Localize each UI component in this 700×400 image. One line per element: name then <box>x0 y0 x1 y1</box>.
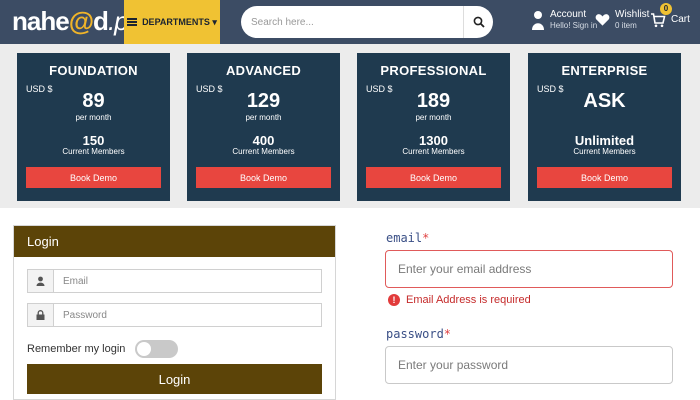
logo-text-pre: nahe <box>12 6 70 36</box>
cart-count-badge: 0 <box>660 3 672 15</box>
plan-members-label: Current Members <box>573 147 636 156</box>
account-subtitle: Hello! Sign in <box>550 21 598 30</box>
wishlist-title: Wishlist <box>615 9 650 20</box>
plan-price: 89 <box>82 90 105 112</box>
remember-login-label: Remember my login <box>27 343 126 355</box>
password-label: password* <box>386 327 451 341</box>
search-button[interactable] <box>463 6 493 38</box>
email-label: email* <box>386 231 429 245</box>
plan-members-count: 1300 <box>419 133 448 148</box>
login-email-field <box>27 269 322 293</box>
plan-members-label: Current Members <box>62 147 125 156</box>
plan-period: per month <box>75 113 112 122</box>
plan-members-count: 400 <box>252 133 275 148</box>
plan-price: 129 <box>246 90 281 112</box>
cart-link[interactable]: Cart <box>650 12 690 28</box>
plan-price: 189 <box>416 90 451 112</box>
password-input[interactable] <box>385 346 673 384</box>
top-navbar: nahe@d.pk DEPARTMENTS ▾ Account Hello! S… <box>0 0 700 44</box>
search-bar <box>241 6 493 38</box>
lock-icon <box>28 304 54 326</box>
email-error-text: Email Address is required <box>406 294 531 306</box>
heart-icon <box>595 14 610 26</box>
error-icon: ! <box>388 294 400 306</box>
plan-name: FOUNDATION <box>49 63 138 78</box>
login-panel: Login Remember my login Login <box>13 225 336 400</box>
site-logo[interactable]: nahe@d.pk <box>12 6 141 37</box>
email-input[interactable] <box>385 250 673 288</box>
plan-members-count: 150 <box>82 133 105 148</box>
remember-login-row: Remember my login <box>27 340 179 358</box>
plan-card-advanced: ADVANCED USD $ 129 per month 400 Current… <box>187 53 340 201</box>
login-password-input[interactable] <box>54 304 321 326</box>
account-title: Account <box>550 9 587 20</box>
login-button[interactable]: Login <box>27 364 322 394</box>
cart-label: Cart <box>671 14 690 25</box>
plan-card-professional: PROFESSIONAL USD $ 189 per month 1300 Cu… <box>357 53 510 201</box>
plan-members-label: Current Members <box>402 147 465 156</box>
account-link[interactable]: Account Hello! Sign in <box>531 9 597 31</box>
search-input[interactable] <box>241 6 463 38</box>
required-asterisk: * <box>422 231 430 245</box>
login-password-field <box>27 303 322 327</box>
remember-login-toggle[interactable] <box>135 340 179 358</box>
email-label-text: email <box>386 231 423 245</box>
plan-name: ADVANCED <box>225 63 302 78</box>
password-label-text: password <box>386 327 444 341</box>
plan-members-label: Current Members <box>232 147 295 156</box>
wishlist-subtitle: 0 item <box>615 21 637 30</box>
plan-card-enterprise: ENTERPRISE USD $ ASK Unlimited Current M… <box>528 53 681 201</box>
plan-period: per month <box>415 113 452 122</box>
book-demo-button[interactable]: Book Demo <box>196 167 331 188</box>
logo-text-mid: d <box>93 6 109 36</box>
login-panel-title: Login <box>14 226 335 257</box>
hamburger-icon <box>127 18 138 26</box>
departments-menu-button[interactable]: DEPARTMENTS ▾ <box>124 0 220 44</box>
plan-members-count: Unlimited <box>574 133 635 148</box>
plan-card-foundation: FOUNDATION USD $ 89 per month 150 Curren… <box>17 53 170 201</box>
plan-name: ENTERPRISE <box>561 63 648 78</box>
book-demo-button[interactable]: Book Demo <box>537 167 672 188</box>
wishlist-link[interactable]: Wishlist 0 item <box>595 9 649 31</box>
required-asterisk: * <box>443 327 452 341</box>
search-icon <box>473 16 485 28</box>
login-email-input[interactable] <box>54 270 321 292</box>
departments-label: DEPARTMENTS ▾ <box>142 16 217 27</box>
plan-period: per month <box>245 113 282 122</box>
user-icon <box>28 270 54 292</box>
email-error-message: ! Email Address is required <box>388 294 531 306</box>
book-demo-button[interactable]: Book Demo <box>26 167 161 188</box>
logo-accent: @ <box>68 6 94 36</box>
book-demo-button[interactable]: Book Demo <box>366 167 501 188</box>
plan-price: ASK <box>583 90 626 112</box>
plan-name: PROFESSIONAL <box>380 63 487 78</box>
user-icon <box>532 11 544 30</box>
